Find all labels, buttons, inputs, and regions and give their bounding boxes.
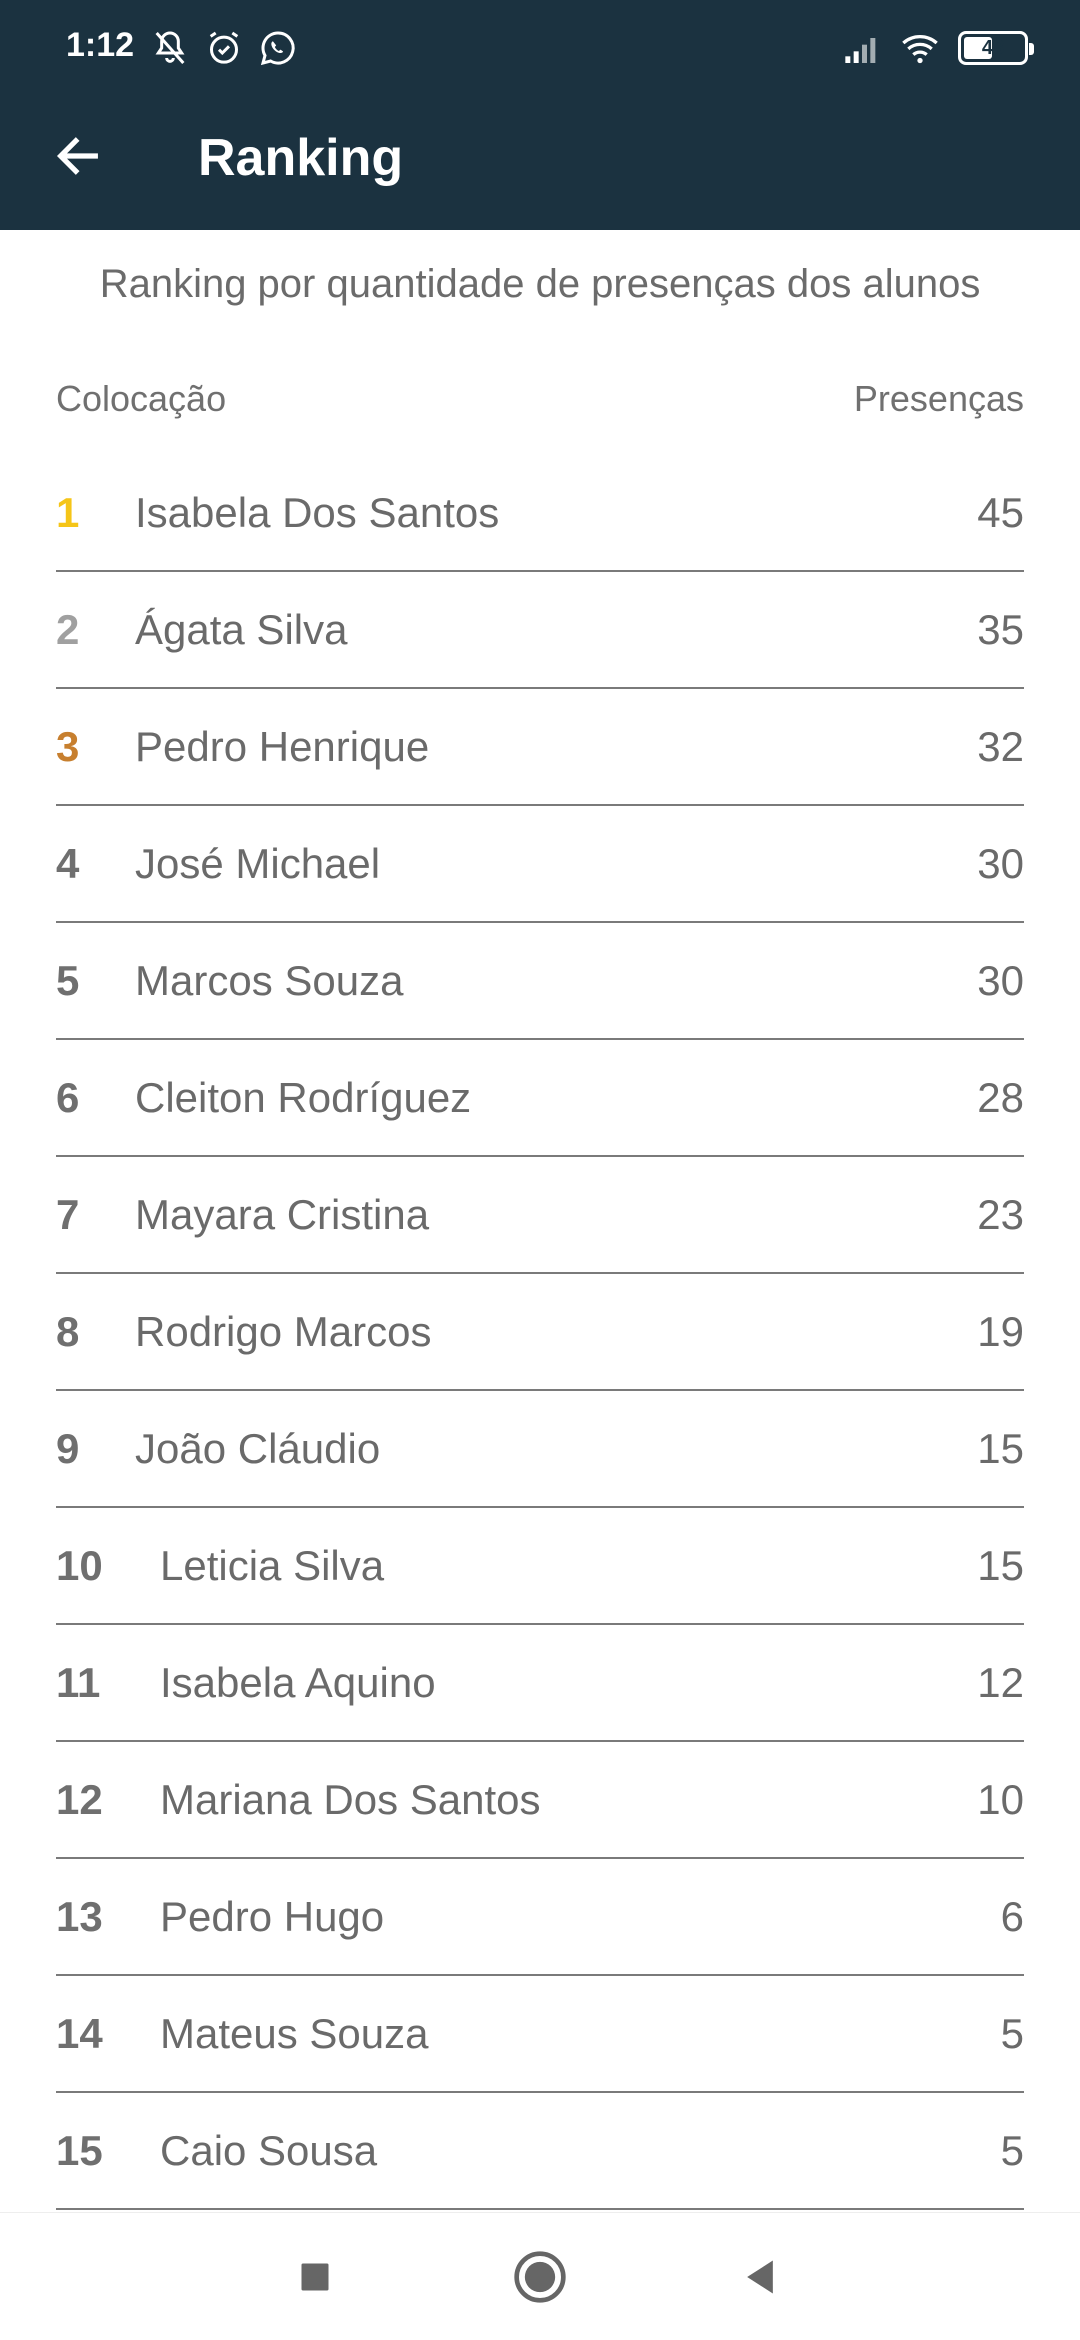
rank-number: 12 [56,1776,103,1823]
attendance-count: 6 [1000,1893,1024,1940]
rank-number: 11 [56,1659,101,1706]
circle-icon [514,2251,566,2303]
whatsapp-icon [260,31,295,66]
student-name: Mariana Dos Santos [160,1776,541,1823]
attendance-count: 19 [977,1308,1024,1355]
student-name: Caio Sousa [160,2127,378,2174]
student-name: João Cláudio [135,1425,381,1472]
ranking-row: 2 Ágata Silva 35 [56,572,1024,689]
student-name: Ágata Silva [135,606,348,653]
signal-icon [845,38,876,63]
nav-back-button[interactable] [730,2247,790,2307]
ranking-row: 1 Isabela Dos Santos 45 [56,455,1024,572]
wifi-icon [902,35,938,64]
ranking-row: 7 Mayara Cristina 23 [56,1157,1024,1274]
ranking-row: 12 Mariana Dos Santos 10 [56,1742,1024,1859]
student-name: Pedro Henrique [135,723,430,770]
student-name: Cleiton Rodríguez [135,1074,472,1121]
battery-icon: 48 [958,31,1034,65]
page-title: Ranking [198,129,404,187]
rank-number: 6 [56,1074,80,1121]
square-icon [301,2263,329,2291]
ranking-row: 15 Caio Sousa 5 [56,2093,1024,2210]
rank-number: 9 [56,1425,80,1472]
student-name: Mateus Souza [160,2010,429,2057]
ranking-row: 11 Isabela Aquino 12 [56,1625,1024,1742]
column-header-attendance: Presenças [853,378,1024,419]
rank-number: 8 [56,1308,80,1355]
bell-off-icon [155,31,185,64]
alarm-icon [209,31,239,64]
rank-number: 14 [56,2010,103,2057]
notification-icons [150,28,298,68]
arrow-left-icon [56,137,98,175]
student-name: Rodrigo Marcos [135,1308,432,1355]
system-nav-bar [0,2212,1080,2340]
student-name: Isabela Aquino [160,1659,436,1706]
column-header-position: Colocação [56,378,227,419]
triangle-back-icon [747,2260,773,2294]
system-icons: 48 [842,28,1034,68]
ranking-row: 5 Marcos Souza 30 [56,923,1024,1040]
home-button[interactable] [510,2247,570,2307]
rank-number: 15 [56,2127,103,2174]
attendance-count: 5 [1000,2127,1024,2174]
student-name: José Michael [135,840,381,887]
attendance-count: 15 [977,1425,1024,1472]
attendance-count: 30 [977,840,1024,887]
rank-number: 1 [56,489,80,536]
rank-number: 10 [56,1542,103,1589]
back-button[interactable] [44,122,112,190]
attendance-count: 23 [977,1191,1024,1238]
attendance-count: 28 [977,1074,1024,1121]
ranking-row: 8 Rodrigo Marcos 19 [56,1274,1024,1391]
status-time: 1:12 [66,26,135,64]
rank-number: 13 [56,1893,103,1940]
rank-number: 7 [56,1191,80,1238]
student-name: Marcos Souza [135,957,404,1004]
attendance-count: 10 [977,1776,1024,1823]
ranking-row: 3 Pedro Henrique 32 [56,689,1024,806]
attendance-count: 15 [977,1542,1024,1589]
attendance-count: 32 [977,723,1024,770]
rank-number: 4 [56,840,80,887]
ranking-description: Ranking por quantidade de presenças dos … [99,262,981,306]
app-bar: Ranking [0,96,1080,230]
top-bar: 1:12 48 Ranking [0,0,1080,230]
student-name: Leticia Silva [160,1542,385,1589]
rank-number: 3 [56,723,80,770]
rank-number: 2 [56,606,80,653]
student-name: Pedro Hugo [160,1893,385,1940]
battery-percent: 48 [981,36,1005,59]
ranking-row: 4 José Michael 30 [56,806,1024,923]
attendance-count: 12 [977,1659,1024,1706]
ranking-row: 10 Leticia Silva 15 [56,1508,1024,1625]
rank-number: 5 [56,957,80,1004]
attendance-count: 30 [977,957,1024,1004]
ranking-row: 6 Cleiton Rodríguez 28 [56,1040,1024,1157]
status-bar: 1:12 48 [0,0,1080,96]
recents-button[interactable] [285,2247,345,2307]
ranking-row: 14 Mateus Souza 5 [56,1976,1024,2093]
attendance-count: 5 [1000,2010,1024,2057]
ranking-row: 9 João Cláudio 15 [56,1391,1024,1508]
ranking-row: 13 Pedro Hugo 6 [56,1859,1024,1976]
student-name: Mayara Cristina [135,1191,430,1238]
attendance-count: 45 [977,489,1024,536]
ranking-list: 1 Isabela Dos Santos 45 2 Ágata Silva 35 3 Pedr… [56,455,1024,2210]
attendance-count: 35 [977,606,1024,653]
student-name: Isabela Dos Santos [135,489,500,536]
